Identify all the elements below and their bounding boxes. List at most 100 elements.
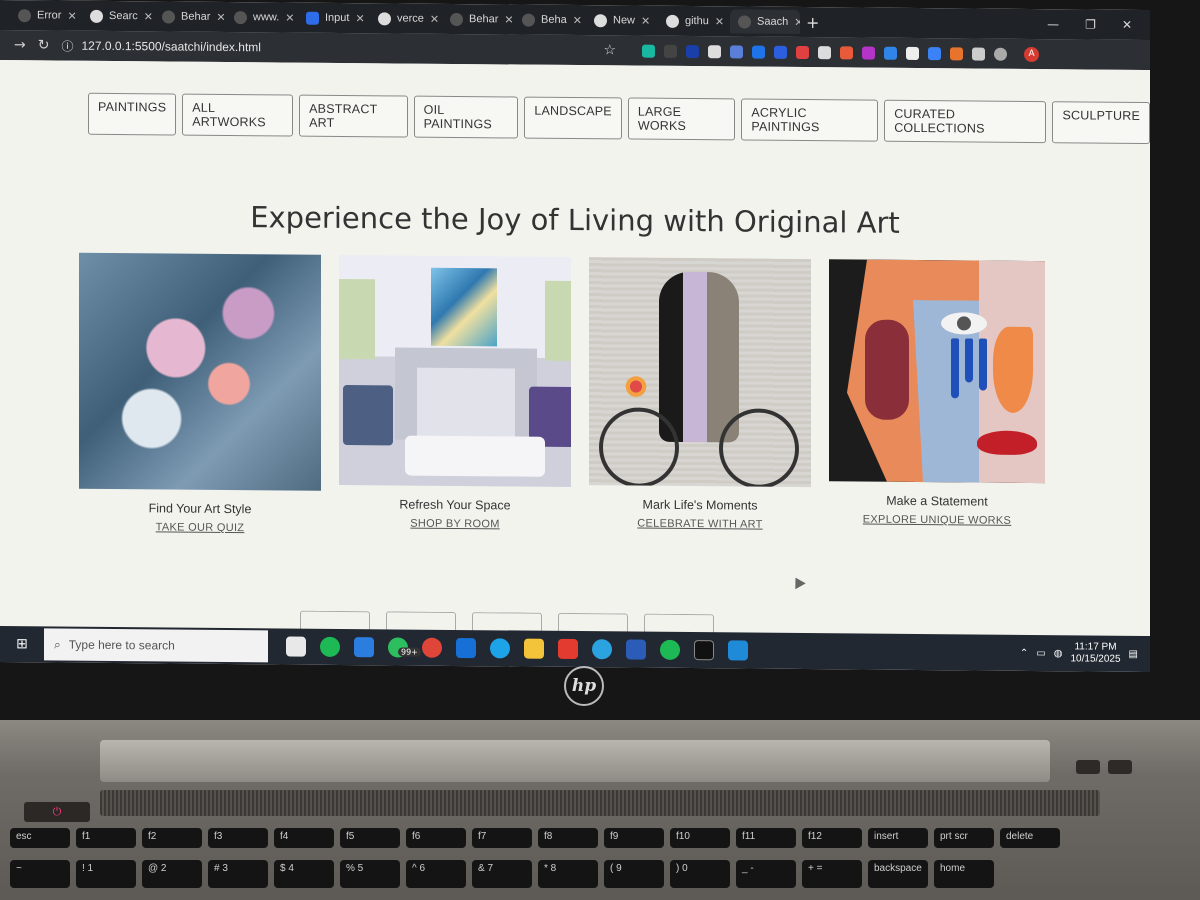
extension-icon[interactable] (730, 44, 744, 58)
spotify-icon[interactable] (660, 639, 680, 660)
close-window-icon[interactable]: ✕ (1122, 18, 1132, 32)
browser-tab[interactable]: www. ✕ (226, 5, 296, 30)
terminal-icon[interactable] (694, 640, 714, 661)
keyboard-key[interactable]: f7 (472, 828, 532, 848)
extension-icon[interactable] (708, 44, 722, 58)
close-tab-icon[interactable]: ✕ (216, 10, 224, 23)
extension-icon[interactable] (818, 45, 832, 59)
word-icon[interactable] (626, 639, 646, 660)
close-tab-icon[interactable]: ✕ (355, 12, 364, 25)
category-button[interactable]: CURATED COLLECTIONS (884, 99, 1047, 144)
extension-icon[interactable] (642, 44, 656, 58)
extension-icon[interactable] (840, 45, 854, 59)
address-bar[interactable]: ⓘ 127.0.0.1:5500/saatchi/index.html (61, 35, 581, 62)
close-tab-icon[interactable]: ✕ (715, 15, 724, 28)
keyboard-key[interactable]: f10 (670, 828, 730, 848)
keyboard-key[interactable]: f9 (604, 828, 664, 848)
keyboard-key[interactable]: ^ 6 (406, 860, 466, 888)
keyboard-key[interactable]: f11 (736, 828, 796, 848)
keyboard-key[interactable]: f1 (76, 828, 136, 848)
taskbar-search[interactable]: ⌕ Type here to search (44, 628, 268, 663)
keyboard-key[interactable]: % 5 (340, 860, 400, 888)
keyboard-key[interactable]: f4 (274, 828, 334, 848)
extension-icon[interactable] (796, 45, 810, 59)
browser-tab[interactable]: Searc ✕ (82, 4, 152, 29)
living-room-image[interactable] (339, 254, 571, 487)
spotify-icon[interactable] (320, 636, 340, 657)
category-button[interactable]: ABSTRACT ART (299, 94, 408, 138)
keyboard-key[interactable]: + = (802, 860, 862, 888)
outlook-icon[interactable] (456, 637, 476, 659)
chrome-icon[interactable] (422, 637, 442, 658)
keyboard-key[interactable]: backspace (868, 860, 928, 888)
keyboard-key[interactable]: _ - (736, 860, 796, 888)
reload-icon[interactable]: ↻ (38, 37, 50, 53)
keyboard-key[interactable]: & 7 (472, 860, 532, 888)
notifications-icon[interactable]: ▤ (1129, 648, 1138, 659)
keyboard-key[interactable]: esc (10, 828, 70, 848)
keyboard-key[interactable]: insert (868, 828, 928, 848)
card-link[interactable]: EXPLORE UNIQUE WORKS (863, 514, 1011, 527)
keyboard-key[interactable]: f8 (538, 828, 598, 848)
close-tab-icon[interactable]: ✕ (67, 9, 76, 22)
maximize-icon[interactable]: ❐ (1085, 17, 1096, 31)
keyboard-key[interactable]: ( 9 (604, 860, 664, 888)
keyboard-key[interactable]: prt scr (934, 828, 994, 848)
whatsapp-icon[interactable]: 99+ (388, 637, 421, 658)
browser-tab[interactable]: Input ✕ (298, 6, 368, 31)
category-button[interactable]: PAINTINGS (88, 92, 177, 136)
category-button[interactable]: SCULPTURE (1052, 101, 1150, 145)
abstract-face-artwork-image[interactable] (829, 259, 1045, 484)
floral-artwork-image[interactable] (79, 252, 321, 491)
battery-icon[interactable]: ▭ (1036, 648, 1045, 659)
extension-icon[interactable] (906, 46, 920, 60)
extension-icon[interactable] (928, 46, 942, 60)
keyboard-key[interactable]: @ 2 (142, 860, 202, 888)
app-icon[interactable] (354, 637, 374, 658)
keyboard-key[interactable]: ) 0 (670, 860, 730, 888)
category-button[interactable]: ACRYLIC PAINTINGS (741, 98, 879, 142)
extensions-puzzle-icon[interactable] (972, 46, 986, 61)
network-icon[interactable]: ◍ (1054, 648, 1063, 659)
browser-tab[interactable]: githu ✕ (658, 9, 728, 34)
category-button[interactable]: OIL PAINTINGS (413, 95, 519, 139)
telegram-icon[interactable] (592, 639, 612, 660)
keyboard-key[interactable]: # 3 (208, 860, 268, 888)
profile-avatar[interactable]: A (1024, 46, 1040, 62)
browser-tab[interactable]: Behar ✕ (442, 7, 512, 32)
keyboard-key[interactable]: * 8 (538, 860, 598, 888)
close-tab-icon[interactable]: ✕ (430, 12, 439, 25)
browser-tab[interactable]: New ✕ (586, 8, 656, 33)
extension-icon[interactable] (686, 44, 700, 58)
browser-tab[interactable]: Beha ✕ (514, 7, 584, 32)
card-link[interactable]: TAKE OUR QUIZ (156, 521, 245, 534)
history-icon[interactable] (994, 47, 1008, 61)
card-link[interactable]: SHOP BY ROOM (410, 518, 499, 531)
chevron-up-icon[interactable]: ⌃ (1020, 647, 1028, 658)
browser-tab[interactable]: Error ✕ (10, 3, 80, 28)
extension-icon[interactable] (950, 46, 964, 60)
keyboard-key[interactable]: delete (1000, 828, 1060, 848)
close-tab-icon[interactable]: ✕ (641, 14, 650, 27)
browser-tab-active[interactable]: Saach ✕ (730, 9, 800, 34)
keyboard-key[interactable]: ~ (10, 860, 70, 888)
taskbar-clock[interactable]: 11:17 PM 10/15/2025 (1070, 641, 1120, 665)
forward-icon[interactable]: → (14, 37, 26, 53)
close-tab-icon[interactable]: ✕ (144, 10, 152, 23)
power-button[interactable]: ⏻ (24, 802, 90, 822)
category-button[interactable]: ALL ARTWORKS (182, 93, 294, 137)
keyboard-key[interactable]: f5 (340, 828, 400, 848)
extension-icon[interactable] (664, 44, 678, 58)
extension-icon[interactable] (774, 45, 788, 59)
extension-icon[interactable] (862, 46, 876, 60)
extension-icon[interactable] (752, 45, 766, 59)
category-button[interactable]: LANDSCAPE (524, 96, 622, 140)
edge-icon[interactable] (490, 638, 510, 659)
category-button[interactable]: LARGE WORKS (627, 97, 736, 141)
close-tab-icon[interactable]: ✕ (794, 15, 800, 28)
windows-start-icon[interactable]: ⊞ (0, 626, 44, 662)
extension-icon[interactable] (884, 46, 898, 60)
minimize-icon[interactable]: — (1047, 17, 1059, 31)
card-link[interactable]: CELEBRATE WITH ART (637, 518, 762, 531)
keyboard-key[interactable]: $ 4 (274, 860, 334, 888)
